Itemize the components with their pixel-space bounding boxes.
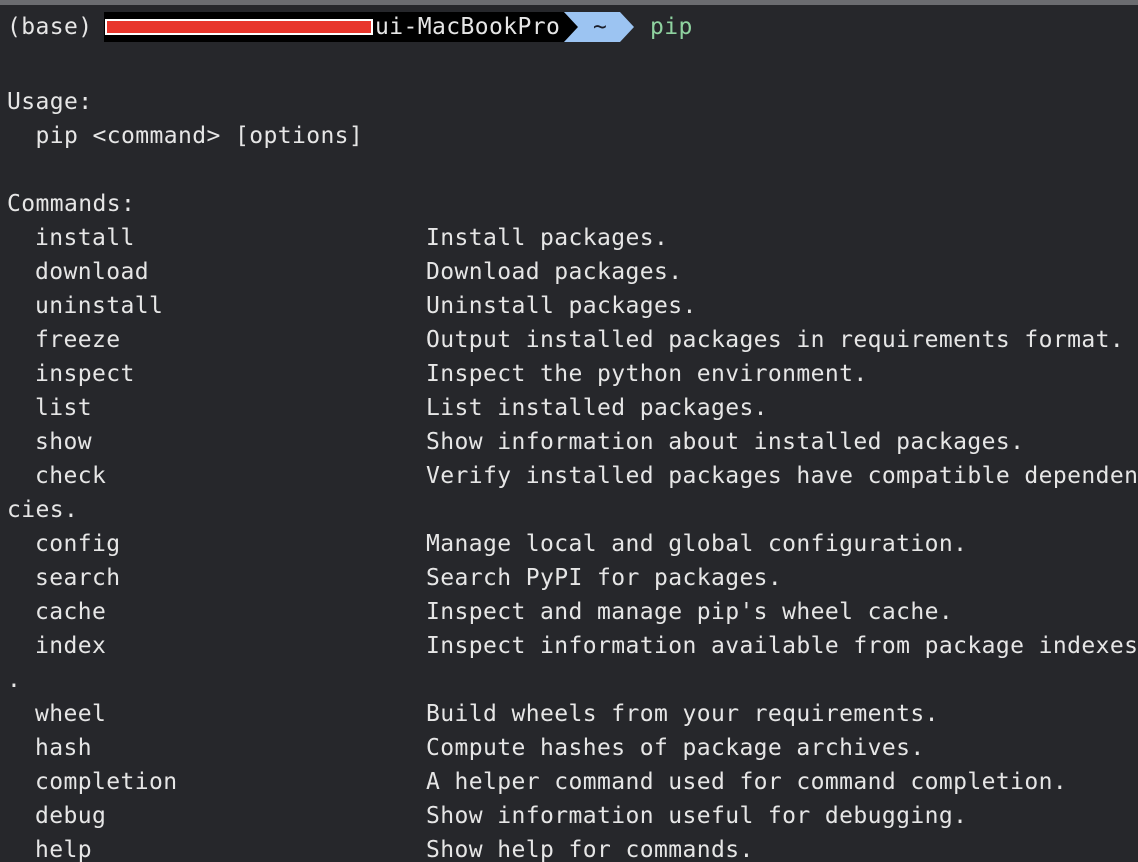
commands-heading: Commands: [7, 191, 136, 217]
command-name: hash [35, 735, 92, 761]
current-directory: ~ [593, 14, 608, 40]
wrapped-text: . [7, 667, 22, 693]
command-name: download [35, 259, 149, 285]
shell-prompt: (base) ui-MacBookPro ~ pip [0, 10, 1138, 44]
hostname-text: ui-MacBookPro [375, 14, 561, 40]
command-name: wheel [35, 701, 107, 727]
command-name: freeze [35, 327, 121, 353]
command-description: List installed packages. [426, 395, 768, 421]
command-name: completion [35, 769, 178, 795]
command-description: Verify installed packages have compatibl… [426, 463, 1138, 489]
terminal-window[interactable]: (base) ui-MacBookPro ~ pip Usage: pip <c… [0, 0, 1138, 862]
command-description: Build wheels from your requirements. [426, 701, 939, 727]
command-description: Download packages. [426, 259, 683, 285]
command-name: help [35, 837, 92, 862]
usage-heading: Usage: [7, 89, 93, 115]
wrapped-text: cies. [7, 497, 79, 523]
command-name: install [35, 225, 135, 251]
typed-command: pip [650, 14, 693, 40]
command-description: Show help for commands. [426, 837, 754, 862]
command-name: inspect [35, 361, 135, 387]
command-name: config [35, 531, 121, 557]
command-description: Output installed packages in requirement… [426, 327, 1125, 353]
conda-env-label: (base) [7, 14, 93, 40]
command-description: Inspect and manage pip's wheel cache. [426, 599, 954, 625]
command-description: Install packages. [426, 225, 669, 251]
command-description: Show information useful for debugging. [426, 803, 968, 829]
command-description: Inspect information available from packa… [426, 633, 1138, 659]
command-description: Inspect the python environment. [426, 361, 868, 387]
command-description: Search PyPI for packages. [426, 565, 783, 591]
command-description: A helper command used for command comple… [426, 769, 1068, 795]
command-name: check [35, 463, 107, 489]
command-name: cache [35, 599, 107, 625]
command-name: search [35, 565, 121, 591]
usage-syntax: pip <command> [options] [7, 123, 364, 149]
command-name: index [35, 633, 107, 659]
command-description: Show information about installed package… [426, 429, 1025, 455]
redacted-username [105, 19, 373, 35]
command-name: show [35, 429, 92, 455]
command-description: Compute hashes of package archives. [426, 735, 925, 761]
command-description: Uninstall packages. [426, 293, 697, 319]
command-name: debug [35, 803, 107, 829]
command-name: uninstall [35, 293, 164, 319]
command-description: Manage local and global configuration. [426, 531, 968, 557]
command-name: list [35, 395, 92, 421]
